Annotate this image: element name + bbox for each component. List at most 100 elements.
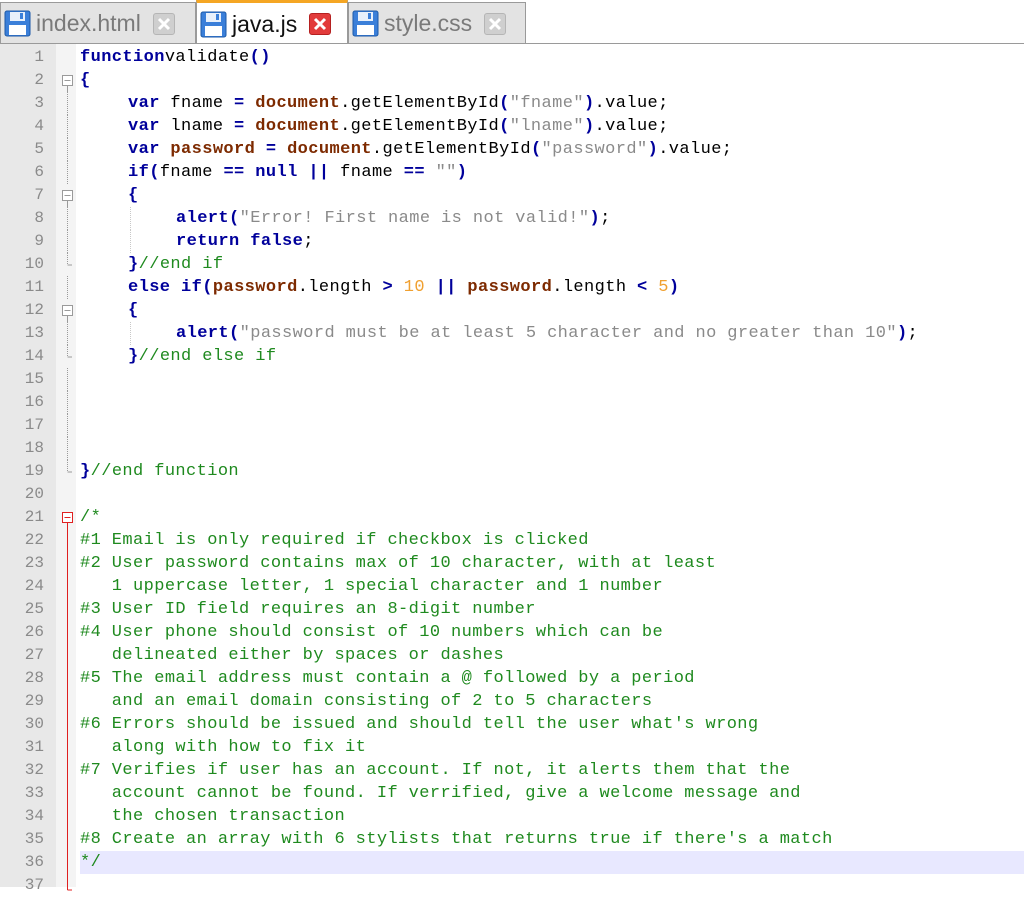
code-line[interactable]: 3 var fname = document.getElementById("fn… [0, 92, 1024, 115]
code-text[interactable]: #8 Create an array with 6 stylists that … [80, 828, 1024, 851]
close-tab-button[interactable] [309, 13, 332, 35]
code-line[interactable]: 9 return false; [0, 230, 1024, 253]
code-text[interactable] [80, 874, 1024, 897]
code-token: false [250, 232, 304, 251]
code-text[interactable]: { [80, 184, 1024, 207]
code-text[interactable]: return false; [80, 230, 1024, 253]
code-text[interactable] [80, 414, 1024, 437]
code-line[interactable]: 28 #5 The email address must contain a @ … [0, 667, 1024, 690]
code-token: ( [499, 94, 510, 113]
code-line[interactable]: 17 [0, 414, 1024, 437]
code-line[interactable]: 14}//end else if [0, 345, 1024, 368]
tab-java-js[interactable]: java.js [196, 0, 348, 45]
code-line[interactable]: 29 and an email domain consisting of 2 t… [0, 690, 1024, 713]
code-line[interactable]: 23 #2 User password contains max of 10 ch… [0, 552, 1024, 575]
code-text[interactable]: alert("Error! First name is not valid!")… [80, 207, 1024, 230]
code-text[interactable]: #5 The email address must contain a @ fo… [80, 667, 1024, 690]
code-text[interactable] [80, 483, 1024, 506]
code-token: "Error! First name is not valid!" [239, 209, 590, 228]
fold-collapse-icon [62, 190, 73, 207]
code-line[interactable]: 12 { [0, 299, 1024, 322]
code-line[interactable]: 2{ [0, 69, 1024, 92]
code-text[interactable]: }//end function [80, 460, 1024, 483]
line-number: 29 [24, 692, 44, 710]
code-line[interactable]: 26 #4 User phone should consist of 10 num… [0, 621, 1024, 644]
code-text[interactable]: and an email domain consisting of 2 to 5… [80, 690, 1024, 713]
code-text[interactable]: var lname = document.getElementById("lna… [80, 115, 1024, 138]
code-line[interactable]: 6 if(fname == null || fname == "") [0, 161, 1024, 184]
code-editor[interactable]: 1 functionvalidate() 2{3 var fname = docume… [0, 44, 1024, 894]
code-line[interactable]: 19}//end function [0, 460, 1024, 483]
code-text[interactable]: var password = document.getElementById("… [80, 138, 1024, 161]
code-text[interactable]: along with how to fix it [80, 736, 1024, 759]
code-text[interactable]: if(fname == null || fname == "") [80, 161, 1024, 184]
code-line[interactable]: 32 #7 Verifies if user has an account. If… [0, 759, 1024, 782]
code-text[interactable]: }//end if [80, 253, 1024, 276]
code-text[interactable]: 1 uppercase letter, 1 special character … [80, 575, 1024, 598]
code-token: ( [530, 140, 542, 159]
tab-style-css[interactable]: style.css [348, 2, 526, 44]
code-line[interactable]: 18 [0, 437, 1024, 460]
code-line[interactable]: 4 var lname = document.getElementById("ln… [0, 115, 1024, 138]
code-token: else [128, 278, 171, 297]
fold-line [67, 161, 68, 184]
code-line[interactable]: 22 #1 Email is only required if checkbox … [0, 529, 1024, 552]
code-token: || [308, 163, 330, 182]
code-text[interactable] [80, 391, 1024, 414]
fold-end-marker [67, 460, 72, 473]
code-text[interactable]: #3 User ID field requires an 8-digit num… [80, 598, 1024, 621]
code-line[interactable]: 30 #6 Errors should be issued and should … [0, 713, 1024, 736]
code-line[interactable]: 15 [0, 368, 1024, 391]
code-text[interactable]: the chosen transaction [80, 805, 1024, 828]
code-line[interactable]: 37 [0, 874, 1024, 897]
floppy-disk-icon [4, 10, 31, 37]
code-text[interactable]: #2 User password contains max of 10 char… [80, 552, 1024, 575]
code-token: ; [303, 232, 314, 251]
code-line[interactable]: 24 1 uppercase letter, 1 special charact… [0, 575, 1024, 598]
code-text[interactable]: account cannot be found. If verrified, g… [80, 782, 1024, 805]
code-text[interactable] [80, 368, 1024, 391]
code-line[interactable]: 34 the chosen transaction [0, 805, 1024, 828]
code-text[interactable]: }//end else if [80, 345, 1024, 368]
code-text[interactable]: #4 User phone should consist of 10 numbe… [80, 621, 1024, 644]
code-text[interactable] [80, 437, 1024, 460]
code-text[interactable]: delineated either by spaces or dashes [80, 644, 1024, 667]
code-line[interactable]: 13 alert("password must be at least 5 cha… [0, 322, 1024, 345]
code-line[interactable]: 5 var password = document.getElementById(… [0, 138, 1024, 161]
code-text[interactable]: { [80, 69, 1024, 92]
code-line[interactable]: 8 alert("Error! First name is not valid!"… [0, 207, 1024, 230]
code-text[interactable]: #7 Verifies if user has an account. If n… [80, 759, 1024, 782]
code-line[interactable]: 7{ [0, 184, 1024, 207]
code-lines[interactable]: 1 functionvalidate() 2{3 var fname = docume… [0, 46, 1024, 897]
code-text[interactable]: functionvalidate() [80, 46, 1024, 69]
code-line[interactable]: 36 */ [0, 851, 1024, 874]
tab-index-html[interactable]: index.html [0, 2, 196, 44]
code-text[interactable]: else if(password.length > 10 || password… [80, 276, 1024, 299]
code-text[interactable]: #1 Email is only required if checkbox is… [80, 529, 1024, 552]
code-line[interactable]: 25 #3 User ID field requires an 8-digit n… [0, 598, 1024, 621]
code-token: .value; [594, 117, 669, 136]
code-line[interactable]: 27 delineated either by spaces or dashes [0, 644, 1024, 667]
code-token: .length [297, 278, 383, 297]
code-line[interactable]: 11 else if(password.length > 10 || passwo… [0, 276, 1024, 299]
code-line[interactable]: 20 [0, 483, 1024, 506]
code-text[interactable]: alert("password must be at least 5 chara… [80, 322, 1024, 345]
close-tab-button[interactable] [484, 12, 507, 35]
code-line[interactable]: 21 /* [0, 506, 1024, 529]
code-line[interactable]: 10 }//end if [0, 253, 1024, 276]
code-text[interactable]: #6 Errors should be issued and should te… [80, 713, 1024, 736]
code-line[interactable]: 16 [0, 391, 1024, 414]
code-text[interactable]: { [80, 299, 1024, 322]
code-line[interactable]: 1 functionvalidate() [0, 46, 1024, 69]
close-tab-button[interactable] [152, 12, 175, 35]
code-token: .getElementById [340, 117, 500, 136]
line-number: 10 [24, 255, 44, 273]
code-line[interactable]: 33 account cannot be found. If verrified… [0, 782, 1024, 805]
code-text[interactable]: /* [80, 506, 1024, 529]
code-token: = [234, 117, 245, 136]
code-text[interactable]: var fname = document.getElementById("fna… [80, 92, 1024, 115]
code-line[interactable]: 31 along with how to fix it [0, 736, 1024, 759]
code-token: } [128, 255, 139, 274]
code-line[interactable]: 35 #8 Create an array with 6 stylists tha… [0, 828, 1024, 851]
code-text[interactable]: */ [80, 851, 1024, 874]
